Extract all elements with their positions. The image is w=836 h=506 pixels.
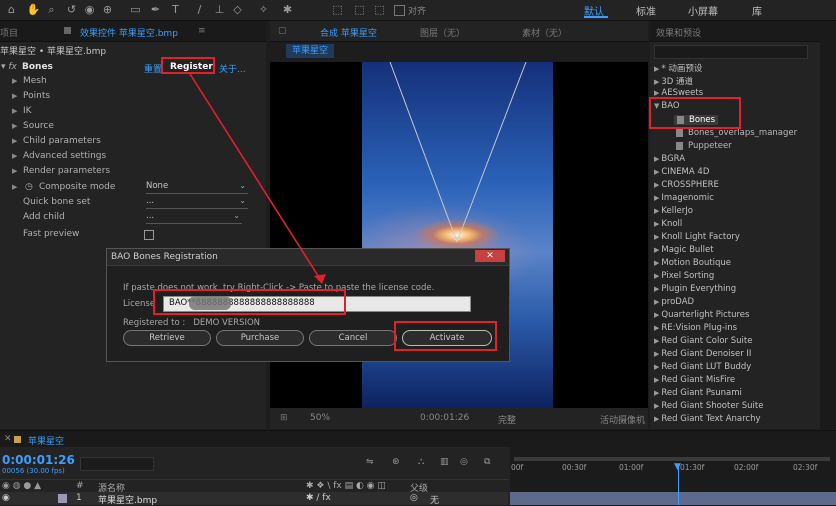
timeline-frames: 00056 (30.00 fps) [2,467,65,475]
ruler-tick-label: 00:30f [562,463,587,472]
layer-number: 1 [76,493,82,503]
visibility-column-icon: ◉ ◍ ● ▲ [2,481,42,491]
annotation-arrow [189,73,326,284]
layer-duration-bar[interactable] [510,492,836,505]
layer-visibility-icon[interactable]: ◉ [2,493,10,503]
ruler-tick-label: 01:00f [619,463,644,472]
timeline-panel: ✕ 苹果星空 0:00:01:26 00056 (30.00 fps) ⇋ ⊛ … [0,430,836,506]
frame-blending-icon[interactable]: ▥ [440,457,449,467]
ruler-tick-label: 00f [511,463,524,472]
draft-3d-icon[interactable]: ⊛ [392,457,400,467]
ruler-tick-label: 02:30f [793,463,818,472]
motion-blur-icon[interactable]: ◎ [460,457,468,467]
ruler-tick-label: 02:00f [734,463,759,472]
shy-layers-icon[interactable]: ⛬ [418,457,424,467]
column-number: # [76,481,84,491]
timeline-tabbar: ✕ 苹果星空 [0,431,836,447]
layer-switches-icon[interactable]: ✱ / fx [306,493,331,503]
timeline-timecode[interactable]: 0:00:01:26 [2,453,75,467]
graph-editor-icon[interactable]: ⧉ [484,457,490,467]
timeline-search-input[interactable] [80,457,154,471]
layer-label-color[interactable] [58,494,67,503]
layer-parent-value[interactable]: 无 [430,493,439,506]
switches-column-icon: ✱ ❖ \ fx ▤ ◐ ◉ ◫ [306,481,386,491]
comp-color-icon [14,436,21,443]
close-tab-icon[interactable]: ✕ [4,434,12,444]
parent-pickwhip-icon[interactable]: ◎ [410,493,418,503]
comp-mini-flowchart-icon[interactable]: ⇋ [366,457,374,467]
timeline-tab[interactable]: 苹果星空 [28,434,64,447]
layer-name[interactable]: 苹果星空.bmp [98,493,157,506]
work-area-bar[interactable] [514,457,830,461]
timeline-graph-area: ▼ [510,447,836,505]
table-row[interactable]: ◉ 1 苹果星空.bmp ✱ / fx ◎ 无 [0,492,508,506]
ruler-tick-label: 01:30f [680,463,705,472]
layer-columns-header: ◉ ◍ ● ▲ # 源名称 ✱ ❖ \ fx ▤ ◐ ◉ ◫ 父级 [0,479,508,494]
